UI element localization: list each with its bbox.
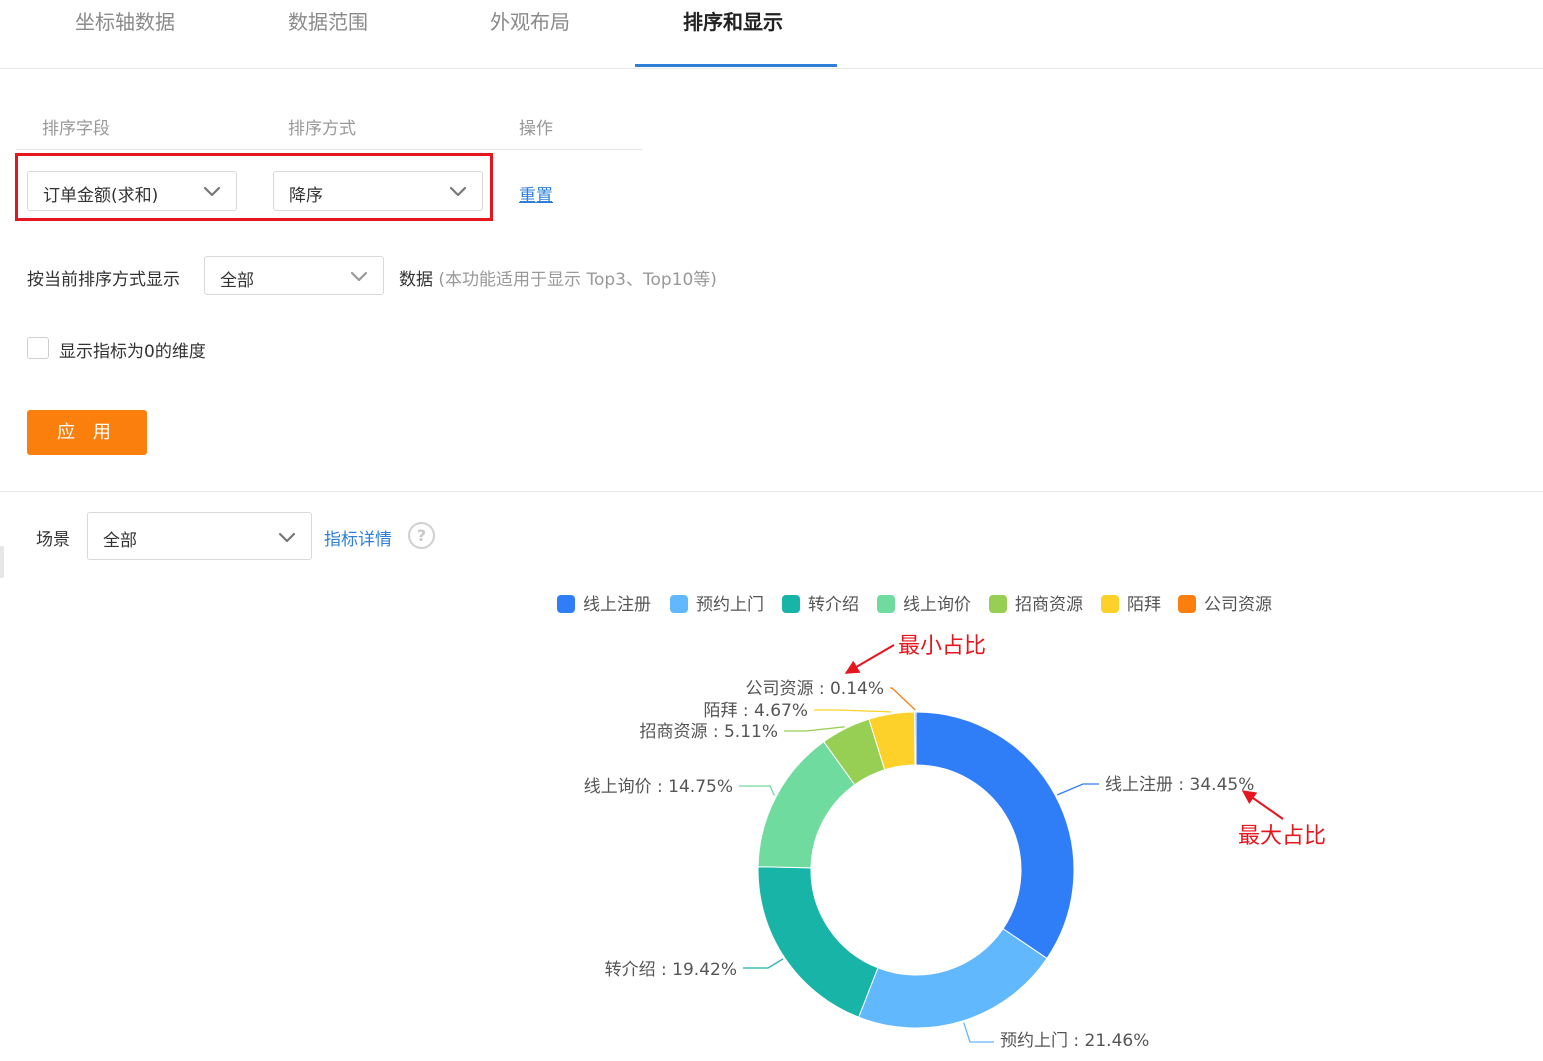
leader-line (1057, 783, 1099, 796)
legend-item[interactable]: 预约上门 (670, 595, 764, 615)
legend-item[interactable]: 陌拜 (1101, 595, 1161, 615)
data-label: 转介绍 : 19.42% (605, 960, 737, 980)
legend-label: 公司资源 (1204, 595, 1272, 615)
legend-item[interactable]: 转介绍 (782, 595, 859, 615)
legend-swatch (782, 595, 800, 613)
data-label: 招商资源 : 5.11% (639, 722, 778, 742)
legend-label: 预约上门 (696, 595, 764, 615)
legend-swatch (670, 595, 688, 613)
leader-line (784, 726, 845, 732)
max-share-annotation: 最大占比 (1238, 824, 1326, 849)
leader-line (963, 1022, 994, 1043)
legend-swatch (557, 595, 575, 613)
leader-line (814, 709, 892, 713)
legend-label: 线上注册 (583, 595, 651, 615)
data-label: 预约上门 : 21.46% (1000, 1031, 1149, 1051)
pie-slice[interactable] (914, 711, 917, 766)
leader-line (739, 785, 775, 796)
legend-label: 陌拜 (1127, 595, 1161, 615)
leader-line (743, 958, 784, 969)
data-label: 线上询价 : 14.75% (584, 777, 733, 797)
min-share-arrow (844, 644, 895, 674)
leader-line (890, 687, 916, 711)
legend-item[interactable]: 线上询价 (877, 595, 971, 615)
pie-slice[interactable] (858, 928, 1048, 1029)
legend-item[interactable]: 线上注册 (557, 595, 651, 615)
pie-slice[interactable] (915, 711, 1075, 960)
legend-item[interactable]: 招商资源 (989, 595, 1083, 615)
data-label: 公司资源 : 0.14% (745, 679, 884, 699)
data-label: 陌拜 : 4.67% (703, 701, 808, 721)
donut-chart: 线上注册 预约上门 转介绍 线上询价 招商资源 陌拜 公司资源线上注册 : 34.45% 预约… (557, 595, 1326, 1051)
legend-item[interactable]: 公司资源 (1178, 595, 1272, 615)
legend-swatch (989, 595, 1007, 613)
min-share-annotation: 最小占比 (898, 634, 986, 659)
legend-swatch (877, 595, 895, 613)
legend-label: 转介绍 (808, 595, 859, 615)
max-share-arrow (1241, 790, 1284, 820)
legend-label: 招商资源 (1015, 595, 1083, 615)
pie-slice[interactable] (757, 866, 879, 1018)
legend-swatch (1178, 595, 1196, 613)
legend-swatch (1101, 595, 1119, 613)
data-label: 线上注册 : 34.45% (1105, 775, 1254, 795)
legend-label: 线上询价 (903, 595, 971, 615)
